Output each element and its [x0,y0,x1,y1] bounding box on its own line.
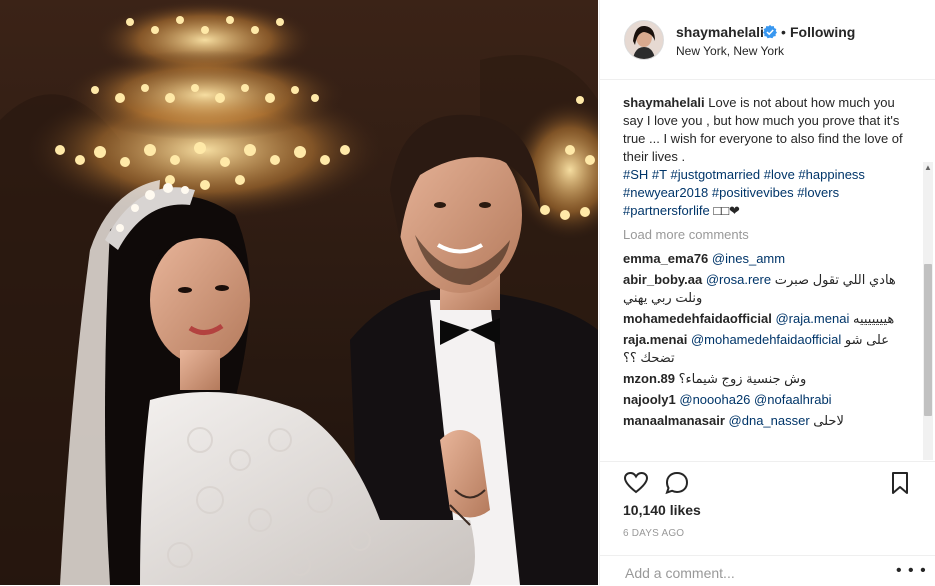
comment-text: وش جنسية زوج شيماء؟ [678,371,807,386]
comment-row: raja.menai @mohamedehfaidaofficial على ش… [623,331,913,367]
hashtag[interactable]: #positivevibes [712,185,794,200]
post-timestamp[interactable]: 6 DAYS AGO [623,528,684,539]
scroll-up-arrow-icon[interactable]: ▲ [924,164,932,172]
comment-text: هيييييييه [852,311,895,326]
comment-row: mohamedehfaidaofficial @raja.menai هيييي… [623,310,913,328]
likes-count[interactable]: 10,140 likes [623,502,701,518]
add-comment-bar: • • • [600,555,935,586]
wedding-photo-illustration [0,0,598,585]
comment-row: najooly1 @noooha26 @nofaalhrabi [623,391,913,409]
username-link[interactable]: shaymahelali [676,24,764,40]
more-options-button[interactable]: • • • [896,562,927,580]
comment-username[interactable]: najooly1 [623,392,676,407]
comment-row: emma_ema76 @ines_amm [623,250,913,268]
comment-username[interactable]: abir_boby.aa [623,272,702,287]
comment-mention[interactable]: @noooha26 [679,392,750,407]
comment-mention[interactable]: @mohamedehfaidaofficial [691,332,841,347]
location-link[interactable]: New York, New York [676,44,784,58]
following-button[interactable]: Following [790,24,855,40]
hashtag[interactable]: #partnersforlife [623,203,710,218]
load-more-comments-button[interactable]: Load more comments [623,226,913,244]
comment-username[interactable]: mzon.89 [623,371,675,386]
heart-icon[interactable] [623,470,649,496]
comment-row: mzon.89 وش جنسية زوج شيماء؟ [623,370,913,388]
caption-username[interactable]: shaymahelali [623,95,705,110]
bookmark-icon[interactable] [887,470,913,496]
comment-text: لاحلى [813,413,844,428]
comment-mention[interactable]: @ines_amm [712,251,785,266]
comment-username[interactable]: raja.menai [623,332,687,347]
comment-username[interactable]: emma_ema76 [623,251,708,266]
post-photo[interactable] [0,0,598,585]
scrollbar-thumb[interactable] [924,264,932,416]
hashtag[interactable]: #love [764,167,795,182]
caption-emoji: □□❤ [713,203,740,218]
comment-mention[interactable]: @raja.menai [775,311,849,326]
comment-row: manaalmanasair @dna_nasser لاحلى [623,412,913,430]
header-separator: • [781,24,786,40]
comment-username[interactable]: mohamedehfaidaofficial [623,311,772,326]
post-caption: shaymahelali Love is not about how much … [623,94,913,220]
avatar[interactable] [624,20,664,60]
comment-mention[interactable]: @nofaalhrabi [754,392,832,407]
hashtag[interactable]: #T [652,167,667,182]
post-sidebar: shaymahelali • Following New York, New Y… [599,0,935,585]
comment-icon[interactable] [664,470,690,496]
comments-list[interactable]: shaymahelali Love is not about how much … [600,80,935,460]
comment-username[interactable]: manaalmanasair [623,413,725,428]
hashtag[interactable]: #justgotmarried [670,167,760,182]
add-comment-input[interactable] [623,564,877,582]
hashtag[interactable]: #happiness [798,167,865,182]
hashtag[interactable]: #SH [623,167,648,182]
comments-scrollbar[interactable]: ▲ ▼ [923,162,933,460]
comment-row: abir_boby.aa @rosa.rere هادي اللي تقول ص… [623,271,913,307]
comment-mention[interactable]: @rosa.rere [706,272,771,287]
post-actions [600,461,935,502]
hashtag[interactable]: #newyear2018 [623,185,708,200]
comment-mention[interactable]: @dna_nasser [729,413,810,428]
post-header: shaymahelali • Following New York, New Y… [600,0,935,80]
verified-badge-icon [763,25,777,39]
hashtag[interactable]: #lovers [797,185,839,200]
avatar-image [625,21,663,59]
